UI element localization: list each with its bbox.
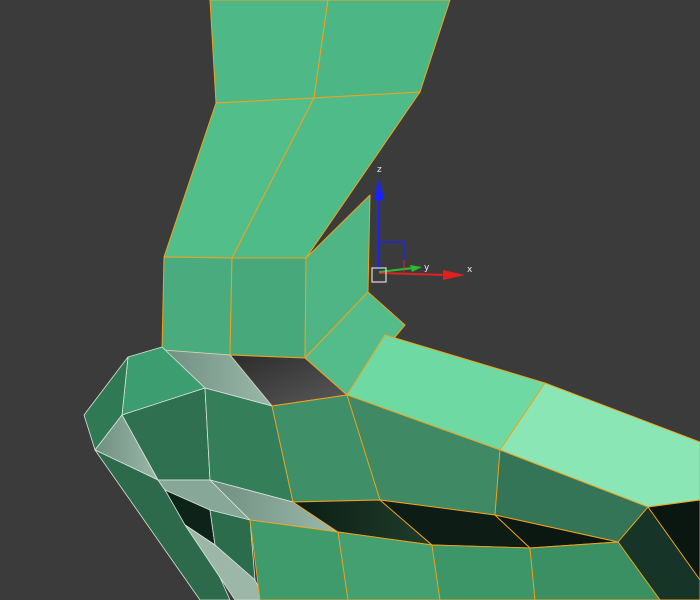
y-axis-label: y [424, 263, 430, 273]
viewport-3d[interactable]: z x y [0, 0, 700, 600]
mesh-face[interactable] [209, 0, 329, 104]
mesh-face[interactable] [249, 519, 349, 600]
mesh-face[interactable] [161, 256, 233, 356]
mesh-face[interactable] [431, 544, 536, 600]
mesh-face[interactable] [229, 257, 307, 359]
z-axis-label: z [377, 165, 382, 175]
x-axis-label: x [467, 265, 473, 275]
